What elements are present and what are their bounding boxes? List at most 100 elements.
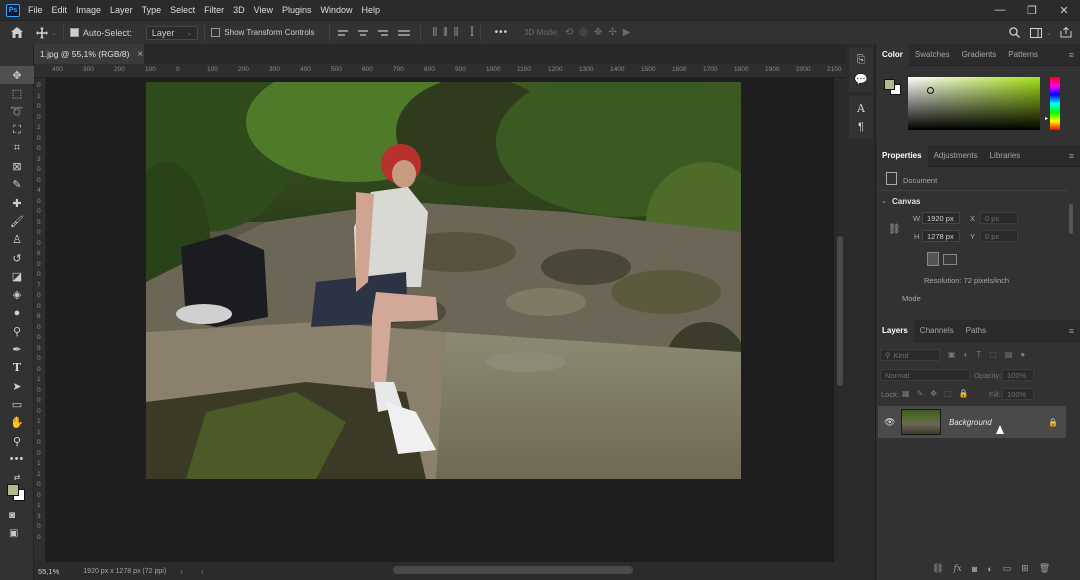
- menu-layer[interactable]: Layer: [110, 5, 133, 15]
- comments-icon[interactable]: 💬: [854, 73, 868, 86]
- menu-edit[interactable]: Edit: [52, 5, 68, 15]
- filter-toggle-icon[interactable]: ●: [1020, 350, 1025, 359]
- more-options-button[interactable]: •••: [495, 27, 509, 38]
- object-selection-tool-icon[interactable]: ⛶: [0, 121, 34, 139]
- minimize-button[interactable]: —: [984, 0, 1016, 20]
- close-tab-icon[interactable]: ×: [137, 49, 143, 60]
- photoshop-logo[interactable]: Ps: [6, 3, 20, 17]
- hand-tool-icon[interactable]: ✋: [0, 414, 34, 432]
- layer-row-background[interactable]: 👁 Background 🔒: [878, 406, 1066, 438]
- align-right-icon[interactable]: [374, 27, 388, 39]
- menu-plugins[interactable]: Plugins: [282, 5, 312, 15]
- history-icon[interactable]: ⎘: [857, 54, 866, 67]
- share-icon[interactable]: [1060, 27, 1072, 38]
- maximize-button[interactable]: ❐: [1016, 0, 1048, 20]
- menu-filter[interactable]: Filter: [204, 5, 224, 15]
- edit-toolbar-icon[interactable]: •••: [0, 450, 34, 468]
- link-layers-icon[interactable]: ⛓: [932, 563, 943, 574]
- chevron-down-icon[interactable]: ⌄: [51, 29, 57, 37]
- menu-file[interactable]: File: [28, 5, 43, 15]
- clone-stamp-tool-icon[interactable]: ♙: [0, 231, 34, 249]
- hue-slider[interactable]: [1050, 77, 1060, 130]
- color-field[interactable]: [908, 77, 1040, 130]
- blur-tool-icon[interactable]: ●: [0, 304, 34, 322]
- zoom-level[interactable]: 55,1%: [38, 567, 59, 576]
- document-info[interactable]: 1920 px x 1278 px (72 ppi): [83, 568, 166, 575]
- color-picker-marker[interactable]: [927, 87, 934, 94]
- layer-name[interactable]: Background: [949, 418, 992, 427]
- new-layer-icon[interactable]: ⊞: [1021, 563, 1029, 574]
- tab-paths[interactable]: Paths: [960, 320, 992, 342]
- tab-layers[interactable]: Layers: [876, 319, 914, 342]
- move-tool-icon[interactable]: ✥: [0, 66, 34, 85]
- chevron-down-icon[interactable]: ⌄: [881, 197, 887, 205]
- vertical-scroll-thumb[interactable]: [837, 236, 843, 386]
- document-tab[interactable]: 1.jpg @ 55,1% (RGB/8) ×: [34, 44, 144, 64]
- filter-shape-icon[interactable]: ⬚: [989, 350, 997, 359]
- portrait-orientation-icon[interactable]: [927, 252, 939, 266]
- close-button[interactable]: ✕: [1048, 0, 1080, 20]
- opacity-field[interactable]: 100%: [1002, 369, 1034, 381]
- menu-help[interactable]: Help: [362, 5, 381, 15]
- character-icon[interactable]: A: [857, 102, 865, 115]
- layer-style-icon[interactable]: fx: [953, 564, 961, 574]
- filter-smart-object-icon[interactable]: ▤: [1005, 350, 1013, 359]
- dodge-tool-icon[interactable]: ⚲: [0, 322, 34, 340]
- frame-tool-icon[interactable]: ⊠: [0, 157, 34, 175]
- screen-mode-icon[interactable]: ▣: [9, 528, 18, 539]
- align-bottom-icon[interactable]: ⫼: [454, 27, 461, 38]
- marquee-tool-icon[interactable]: ⬚: [0, 84, 34, 102]
- lock-image-icon[interactable]: ✎: [917, 389, 924, 398]
- brush-tool-icon[interactable]: 🖌: [0, 212, 34, 230]
- layer-thumbnail[interactable]: [901, 409, 941, 435]
- lasso-tool-icon[interactable]: ➰: [0, 103, 34, 121]
- zoom-tool-icon[interactable]: ⚲: [0, 432, 34, 450]
- menu-select[interactable]: Select: [170, 5, 195, 15]
- tab-libraries[interactable]: Libraries: [984, 145, 1027, 167]
- properties-scroll-thumb[interactable]: [1069, 204, 1073, 234]
- align-top-icon[interactable]: ⫼: [433, 27, 440, 38]
- delete-layer-icon[interactable]: 🗑: [1039, 563, 1050, 574]
- distribute-icon[interactable]: [397, 27, 412, 39]
- tab-color[interactable]: Color: [876, 43, 909, 66]
- panel-menu-icon[interactable]: ≡: [1069, 326, 1074, 336]
- lock-all-icon[interactable]: 🔒: [959, 389, 969, 398]
- layer-filter-kind[interactable]: ⚲ Kind: [880, 349, 940, 361]
- scroll-left-icon[interactable]: ‹: [201, 567, 204, 576]
- tab-channels[interactable]: Channels: [914, 320, 960, 342]
- color-fg-swatch[interactable]: [884, 79, 895, 90]
- distribute-vertical-icon[interactable]: ⫿: [470, 27, 473, 38]
- chevron-down-icon[interactable]: ⌄: [1046, 29, 1052, 37]
- panel-menu-icon[interactable]: ≡: [1069, 50, 1074, 60]
- search-icon[interactable]: [1009, 27, 1020, 38]
- landscape-orientation-icon[interactable]: [943, 254, 957, 265]
- paint-bucket-tool-icon[interactable]: ◈: [0, 286, 34, 304]
- tab-properties[interactable]: Properties: [876, 144, 928, 167]
- eraser-tool-icon[interactable]: ◪: [0, 267, 34, 285]
- lock-transparent-icon[interactable]: ▦: [902, 389, 910, 398]
- healing-brush-tool-icon[interactable]: ✚: [0, 194, 34, 212]
- document-image[interactable]: [146, 82, 741, 479]
- rectangle-tool-icon[interactable]: ▭: [0, 395, 34, 413]
- menu-view[interactable]: View: [254, 5, 273, 15]
- menu-3d[interactable]: 3D: [233, 5, 245, 15]
- hue-slider-marker-icon[interactable]: ▸: [1045, 115, 1048, 122]
- blend-mode-dropdown[interactable]: Normal: [880, 369, 970, 381]
- width-field[interactable]: 1920 px: [922, 212, 960, 224]
- y-field[interactable]: 0 px: [980, 230, 1018, 242]
- chevron-right-icon[interactable]: ›: [180, 567, 183, 576]
- x-field[interactable]: 0 px: [980, 212, 1018, 224]
- show-transform-checkbox[interactable]: [211, 28, 221, 37]
- layer-lock-icon[interactable]: 🔒: [1048, 418, 1058, 427]
- history-brush-tool-icon[interactable]: ↺: [0, 249, 34, 267]
- type-tool-icon[interactable]: T: [0, 359, 34, 377]
- align-left-icon[interactable]: [337, 27, 352, 39]
- adjustment-layer-icon[interactable]: ◐: [987, 564, 992, 574]
- tab-swatches[interactable]: Swatches: [909, 44, 956, 66]
- visibility-eye-icon[interactable]: 👁: [884, 417, 896, 428]
- 3d-slide-icon[interactable]: ✣: [608, 27, 616, 38]
- auto-select-dropdown[interactable]: Layer ⌄: [145, 25, 199, 40]
- tab-adjustments[interactable]: Adjustments: [928, 145, 984, 167]
- filter-adjustment-icon[interactable]: ◐: [964, 350, 969, 359]
- move-tool-icon[interactable]: [36, 26, 48, 39]
